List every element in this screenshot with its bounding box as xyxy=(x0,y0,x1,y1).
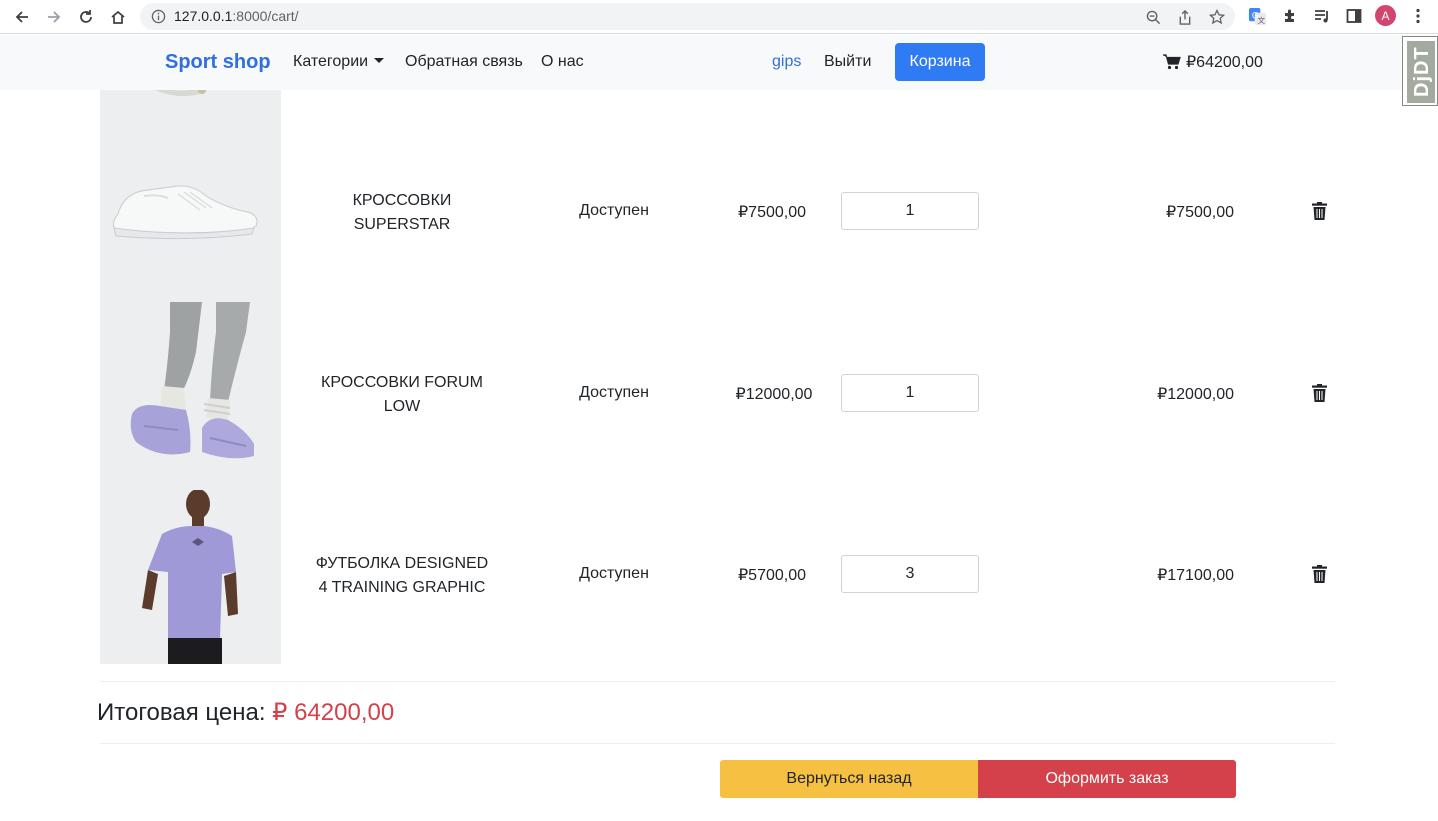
cart-item-name-3-line2: 4 TRAINING GRAPHIC xyxy=(318,579,486,596)
cart-item-name-1: КРОССОВКИ SUPERSTAR xyxy=(302,189,502,237)
cart-item-name-1-line2: SUPERSTAR xyxy=(353,216,451,233)
side-panel-icon[interactable] xyxy=(1344,6,1364,26)
cart-item-price-3: ₽5700,00 xyxy=(737,567,806,584)
categories-label: Категории xyxy=(293,53,369,70)
url-text: 127.0.0.1:8000/cart/ xyxy=(174,8,299,24)
product-image-forum-low[interactable] xyxy=(130,302,260,464)
back-arrow-icon[interactable] xyxy=(10,5,34,29)
caret-down-icon xyxy=(374,58,385,63)
extensions-puzzle-icon[interactable] xyxy=(1280,6,1300,26)
cart-item-status-3: Доступен xyxy=(579,565,649,582)
cart-item-price-2: ₽12000,00 xyxy=(735,386,813,403)
cart-item-status-1: Доступен xyxy=(579,202,649,219)
share-icon[interactable] xyxy=(1176,8,1194,26)
trash-icon[interactable] xyxy=(1312,384,1327,402)
site-navbar: Sport shop Категории Обратная связь О на… xyxy=(0,35,1438,90)
divider xyxy=(100,681,1335,682)
username-link[interactable]: gips xyxy=(772,53,801,71)
url-host: 127.0.0.1 xyxy=(174,8,233,24)
home-icon[interactable] xyxy=(106,5,130,29)
cart-item-name-3-line1: ФУТБОЛКА DESIGNED xyxy=(315,555,489,572)
divider xyxy=(100,743,1335,744)
cart-total-amount: ₽64200,00 xyxy=(1186,54,1263,71)
quantity-input-1[interactable]: 1 xyxy=(841,192,979,230)
cart-item-subtotal-2: ₽12000,00 xyxy=(1157,386,1234,403)
quantity-input-2[interactable]: 1 xyxy=(841,374,979,412)
cart-item-name-2-line1: КРОССОВКИ FORUM xyxy=(321,374,483,391)
translate-extension-icon[interactable]: G文 xyxy=(1247,6,1267,26)
cart-item-name-1-line1: КРОССОВКИ xyxy=(352,192,452,209)
cart-item-name-3: ФУТБОЛКА DESIGNED 4 TRAINING GRAPHIC xyxy=(302,552,502,600)
zoom-icon[interactable] xyxy=(1144,8,1162,26)
cart-item-name-2-line2: LOW xyxy=(383,398,421,415)
media-playlist-icon[interactable] xyxy=(1312,6,1332,26)
cart-item-subtotal-1: ₽7500,00 xyxy=(1165,204,1234,221)
cart-item-name-2: КРОССОВКИ FORUM LOW xyxy=(302,371,502,419)
djdt-label: DjDT xyxy=(1411,46,1433,97)
product-images-column xyxy=(100,90,281,664)
url-path: :8000/cart/ xyxy=(232,8,299,24)
site-info-icon[interactable] xyxy=(151,9,166,24)
browser-menu-icon[interactable] xyxy=(1408,6,1428,26)
trash-icon[interactable] xyxy=(1312,202,1327,220)
order-total-value: ₽ 64200,00 xyxy=(272,699,395,726)
about-link[interactable]: О нас xyxy=(541,53,584,71)
address-bar[interactable]: 127.0.0.1:8000/cart/ xyxy=(140,3,1235,30)
previous-product-image xyxy=(154,90,207,97)
order-total-label: Итоговая цена: xyxy=(97,699,266,726)
django-debug-toolbar-handle[interactable]: DjDT xyxy=(1402,36,1438,106)
categories-dropdown[interactable]: Категории xyxy=(293,53,385,71)
feedback-link[interactable]: Обратная связь xyxy=(405,53,523,71)
reload-icon[interactable] xyxy=(74,5,98,29)
logout-link[interactable]: Выйти xyxy=(824,53,871,71)
cart-item-price-1: ₽7500,00 xyxy=(737,204,806,221)
checkout-button[interactable]: Оформить заказ xyxy=(978,760,1236,798)
brand-logo[interactable]: Sport shop xyxy=(165,51,271,74)
cart-item-status-2: Доступен xyxy=(579,384,649,401)
cart-item-subtotal-3: ₽17100,00 xyxy=(1157,567,1234,584)
browser-toolbar: 127.0.0.1:8000/cart/ G文 A xyxy=(0,0,1438,34)
bookmark-star-icon[interactable] xyxy=(1208,8,1226,26)
forward-arrow-icon[interactable] xyxy=(42,5,66,29)
cart-total-link[interactable]: ₽64200,00 xyxy=(1163,52,1263,72)
quantity-input-3[interactable]: 3 xyxy=(841,555,979,593)
cart-button[interactable]: Корзина xyxy=(895,43,985,81)
djdt-panel: DjDT xyxy=(1407,41,1435,103)
shopping-cart-icon xyxy=(1163,54,1181,70)
profile-avatar[interactable]: A xyxy=(1375,5,1396,26)
svg-text:文: 文 xyxy=(1257,15,1265,25)
product-image-superstar[interactable] xyxy=(108,180,260,242)
trash-icon[interactable] xyxy=(1312,565,1327,583)
order-total: Итоговая цена: ₽ 64200,00 xyxy=(97,698,394,727)
back-button[interactable]: Вернуться назад xyxy=(720,760,978,798)
product-image-tshirt[interactable] xyxy=(140,490,240,664)
